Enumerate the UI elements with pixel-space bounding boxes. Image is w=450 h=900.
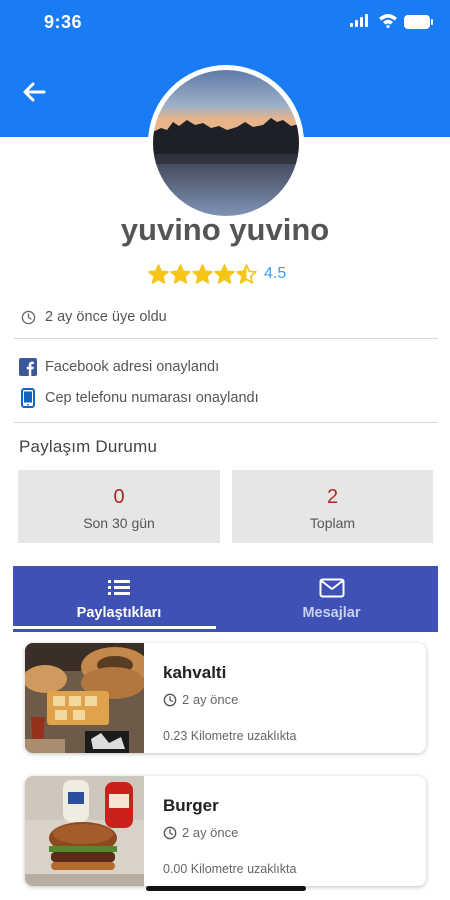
avatar bbox=[148, 65, 304, 221]
post-card[interactable]: kahvalti 2 ay önce 0.23 Kilometre uzaklı… bbox=[25, 643, 426, 753]
clock-icon bbox=[19, 308, 37, 326]
battery-icon bbox=[404, 15, 433, 29]
user-name: yuvino yuvino bbox=[120, 212, 330, 247]
facebook-icon bbox=[19, 358, 37, 376]
post-title: Burger bbox=[163, 796, 219, 815]
divider bbox=[14, 338, 438, 339]
home-indicator bbox=[146, 886, 306, 891]
divider bbox=[14, 422, 438, 423]
breakfast-photo bbox=[25, 643, 144, 753]
star-icon bbox=[170, 263, 191, 284]
clock-icon bbox=[163, 693, 177, 707]
member-since-row: 2 ay önce üye oldu bbox=[19, 308, 167, 326]
tab-messages[interactable]: Mesajlar bbox=[225, 566, 438, 632]
profile-tabbar: Paylaştıkları Mesajlar bbox=[13, 566, 438, 632]
clock-icon bbox=[163, 826, 177, 840]
wifi-icon bbox=[379, 14, 397, 28]
post-title: kahvalti bbox=[163, 663, 227, 682]
member-since-text: 2 ay önce üye oldu bbox=[45, 309, 167, 325]
phone-icon bbox=[19, 388, 37, 408]
stat-label: Toplam bbox=[309, 515, 356, 531]
share-status-title: Paylaşım Durumu bbox=[19, 437, 158, 456]
arrow-left-icon bbox=[23, 82, 46, 102]
mail-icon bbox=[319, 578, 345, 603]
star-icon bbox=[214, 263, 235, 284]
post-card[interactable]: Burger 2 ay önce 0.00 Kilometre uzaklıkt… bbox=[25, 776, 426, 886]
star-icon bbox=[148, 263, 169, 284]
tab-shared-posts[interactable]: Paylaştıkları bbox=[13, 566, 225, 632]
stat-value: 0 bbox=[113, 486, 125, 508]
phone-verified-row: Cep telefonu numarası onaylandı bbox=[19, 388, 259, 408]
list-icon bbox=[107, 578, 131, 601]
post-time: 2 ay önce bbox=[182, 692, 239, 707]
post-distance: 0.23 Kilometre uzaklıkta bbox=[163, 729, 297, 743]
stat-box-total: 2 Toplam bbox=[232, 470, 433, 543]
post-time: 2 ay önce bbox=[182, 825, 239, 840]
tab-label: Mesajlar bbox=[302, 605, 361, 621]
star-icon bbox=[192, 263, 213, 284]
stat-box-last-30-days: 0 Son 30 gün bbox=[18, 470, 220, 543]
facebook-verified-text: Facebook adresi onaylandı bbox=[45, 359, 220, 375]
cellular-signal-icon bbox=[350, 14, 368, 27]
status-icons bbox=[340, 13, 433, 33]
tab-label: Paylaştıkları bbox=[76, 605, 162, 621]
stat-label: Son 30 gün bbox=[83, 515, 155, 531]
post-distance: 0.00 Kilometre uzaklıkta bbox=[163, 862, 297, 876]
burger-photo bbox=[25, 776, 144, 886]
avatar-photo bbox=[153, 70, 299, 216]
rating-value: 4.5 bbox=[264, 265, 287, 282]
status-time: 9:36 bbox=[44, 12, 83, 32]
active-tab-indicator bbox=[12, 626, 216, 629]
user-rating: 4.5 bbox=[148, 262, 286, 286]
stat-value: 2 bbox=[326, 486, 339, 508]
status-bar: 9:36 bbox=[0, 0, 450, 44]
facebook-verified-row: Facebook adresi onaylandı bbox=[19, 358, 219, 376]
post-time-row: 2 ay önce bbox=[163, 692, 238, 707]
star-rating bbox=[148, 263, 258, 285]
post-time-row: 2 ay önce bbox=[163, 825, 238, 840]
back-button[interactable] bbox=[18, 78, 50, 106]
star-icon bbox=[236, 263, 257, 284]
phone-verified-text: Cep telefonu numarası onaylandı bbox=[45, 390, 259, 406]
